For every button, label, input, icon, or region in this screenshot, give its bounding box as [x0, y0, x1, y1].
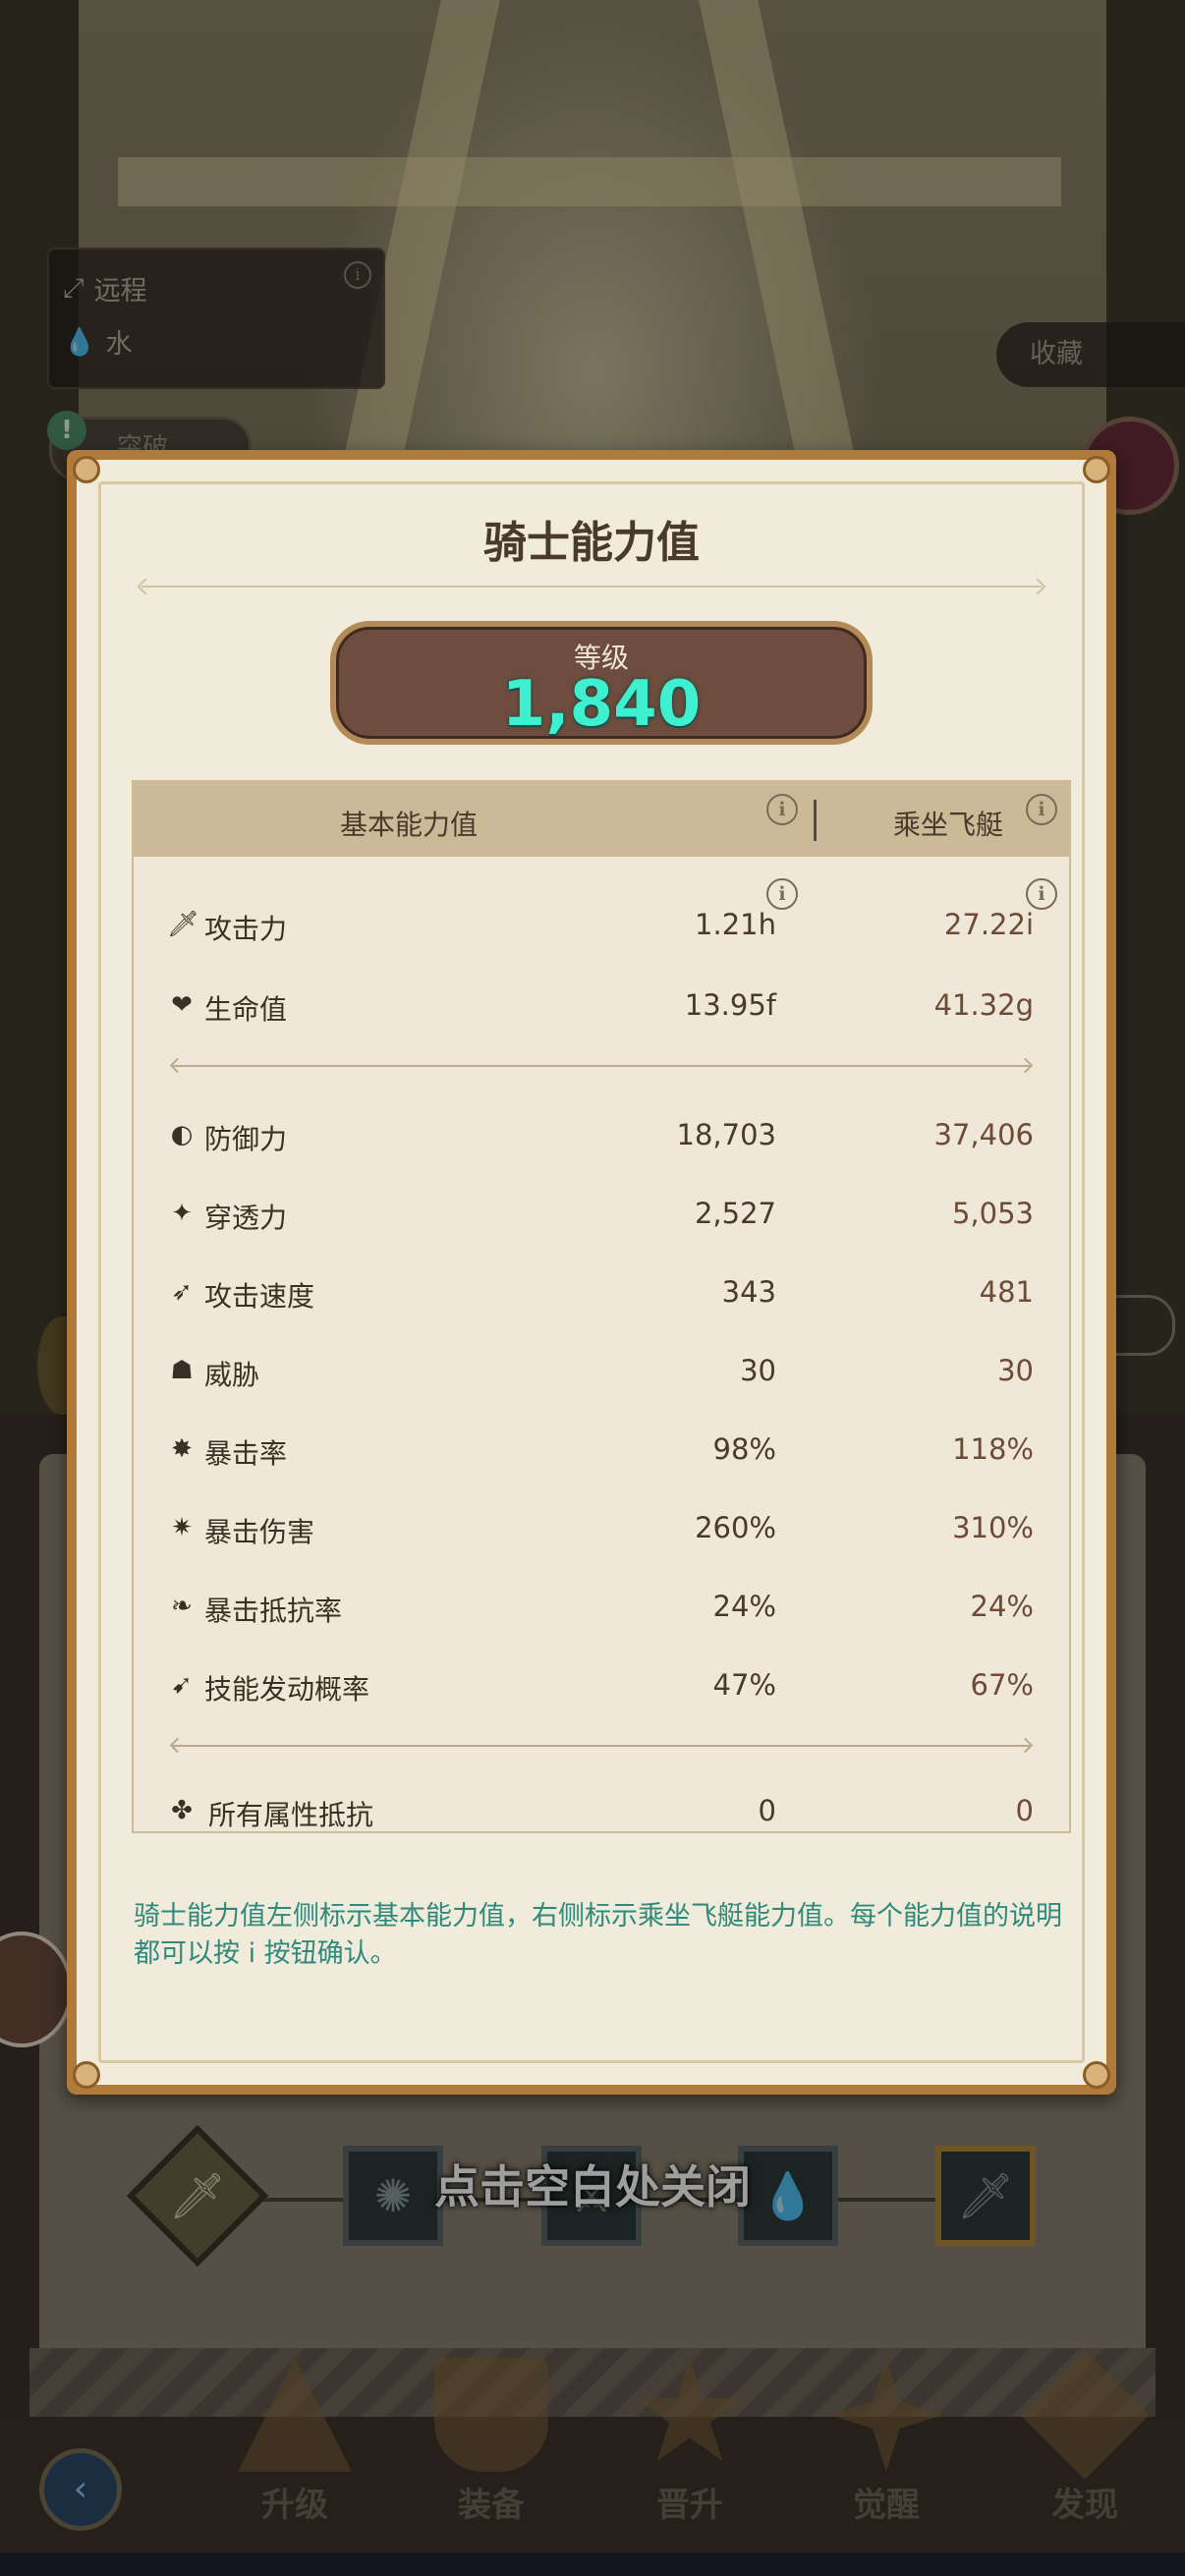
stat-basic-value: 1.21h [695, 908, 776, 941]
stat-mount-value: 67% [970, 1668, 1034, 1702]
stat-mount-value: 5,053 [951, 1197, 1034, 1230]
stats-table-header: 基本能力值 i 乘坐飞艇 i [134, 782, 1069, 857]
stat-mount-value: 481 [979, 1275, 1034, 1309]
column-mount-airship: 乘坐飞艇 [892, 809, 1003, 841]
stat-label: 暴击伤害 [204, 1516, 315, 1548]
stat-row-crit-damage: ✷ 暴击伤害 260% 310% [134, 1499, 1069, 1558]
frame-corner-ornament [73, 456, 100, 483]
stat-mount-value: 0 [1015, 1794, 1034, 1827]
stat-basic-value: 47% [712, 1668, 776, 1702]
stat-row-all-resist: ✤ 所有属性抵抗 0 0 [134, 1782, 1069, 1841]
stats-table: 基本能力值 i 乘坐飞艇 i i i 🗡 攻击力 1.21h 27.22i ❤ … [132, 780, 1071, 1833]
stat-row-attack: 🗡 攻击力 1.21h 27.22i [134, 896, 1069, 955]
stat-row-hp: ❤ 生命值 13.95f 41.32g [134, 977, 1069, 1036]
stat-row-threat: ☗ 威胁 30 30 [134, 1342, 1069, 1401]
stat-mount-value: 30 [997, 1354, 1034, 1387]
stat-row-pierce: ✦ 穿透力 2,527 5,053 [134, 1185, 1069, 1244]
stat-row-crit-resist: ❧ 暴击抵抗率 24% 24% [134, 1578, 1069, 1637]
crit-resist-icon: ❧ [171, 1592, 193, 1621]
title-divider [141, 586, 1042, 588]
stat-row-defense: ◐ 防御力 18,703 37,406 [134, 1106, 1069, 1165]
stat-row-skill-proc: ➹ 技能发动概率 47% 67% [134, 1656, 1069, 1715]
stat-label: 穿透力 [204, 1202, 288, 1234]
knight-stats-dialog: 骑士能力值 等级 1,840 基本能力值 i 乘坐飞艇 i i i 🗡 攻击力 … [67, 450, 1116, 2095]
stat-basic-value: 18,703 [676, 1118, 776, 1151]
stat-basic-value: 343 [721, 1275, 776, 1309]
crit-damage-icon: ✷ [171, 1513, 193, 1542]
heart-icon: ❤ [171, 990, 193, 1020]
info-icon[interactable]: i [1026, 794, 1057, 825]
stat-mount-value: 27.22i [943, 908, 1034, 941]
column-basic-stats: 基本能力值 [339, 809, 478, 841]
stats-footnote: 骑士能力值左侧标示基本能力值，右侧标示乘坐飞艇能力值。每个能力值的说明都可以按 … [134, 1901, 1062, 1969]
level-value: 1,840 [501, 668, 702, 741]
stat-mount-value: 118% [952, 1432, 1034, 1466]
group-divider [173, 1065, 1030, 1067]
threat-icon: ☗ [170, 1356, 194, 1385]
stat-label: 技能发动概率 [204, 1673, 370, 1706]
stat-label: 生命值 [204, 993, 288, 1026]
stat-basic-value: 24% [712, 1590, 776, 1623]
stat-label: 攻击速度 [204, 1280, 315, 1313]
stat-basic-value: 98% [712, 1432, 776, 1466]
stat-label: 威胁 [204, 1359, 260, 1391]
stat-basic-value: 0 [758, 1794, 776, 1827]
all-resist-icon: ✤ [171, 1796, 193, 1825]
skill-proc-icon: ➹ [171, 1670, 193, 1700]
stat-label: 所有属性抵抗 [208, 1799, 374, 1831]
column-divider [814, 800, 817, 841]
shield-icon: ◐ [170, 1120, 194, 1149]
stat-label: 防御力 [204, 1123, 288, 1155]
stat-row-attack-speed: ➶ 攻击速度 343 481 [134, 1263, 1069, 1322]
frame-corner-ornament [1083, 456, 1110, 483]
stat-mount-value: 310% [952, 1511, 1034, 1544]
stat-label: 暴击率 [204, 1437, 288, 1470]
pierce-icon: ✦ [171, 1199, 193, 1228]
dialog-body: 骑士能力值 等级 1,840 基本能力值 i 乘坐飞艇 i i i 🗡 攻击力 … [77, 460, 1106, 2085]
dialog-title: 骑士能力值 [483, 518, 700, 568]
stat-label: 攻击力 [204, 913, 288, 945]
stat-basic-value: 30 [740, 1354, 776, 1387]
group-divider [173, 1745, 1030, 1747]
frame-corner-ornament [1083, 2061, 1110, 2089]
stat-basic-value: 13.95f [684, 988, 776, 1022]
stat-row-crit-rate: ✸ 暴击率 98% 118% [134, 1421, 1069, 1480]
attack-speed-icon: ➶ [171, 1277, 193, 1307]
stat-mount-value: 24% [970, 1590, 1034, 1623]
stat-mount-value: 37,406 [933, 1118, 1034, 1151]
info-icon[interactable]: i [766, 794, 798, 825]
frame-corner-ornament [73, 2061, 100, 2089]
level-plate: 等级 1,840 [330, 621, 873, 745]
stat-basic-value: 260% [695, 1511, 776, 1544]
stat-basic-value: 2,527 [694, 1197, 776, 1230]
sword-icon: 🗡 [167, 910, 200, 939]
crit-rate-icon: ✸ [171, 1434, 193, 1464]
stat-label: 暴击抵抗率 [204, 1595, 343, 1627]
stat-mount-value: 41.32g [933, 988, 1034, 1022]
